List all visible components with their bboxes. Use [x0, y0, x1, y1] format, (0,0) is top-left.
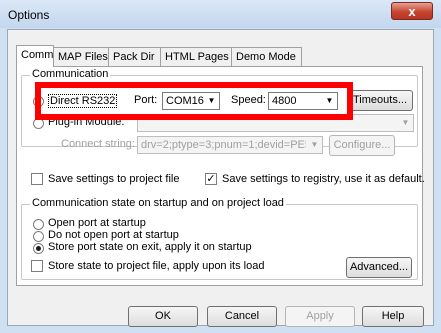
- store-exit-label: Store port state on exit, apply it on st…: [48, 241, 252, 253]
- title-bar[interactable]: Options x: [0, 0, 441, 28]
- save-project-checkbox[interactable]: [31, 173, 43, 185]
- open-port-label: Open port at startup: [48, 217, 146, 229]
- apply-button[interactable]: Apply: [285, 306, 355, 327]
- configure-button[interactable]: Configure...: [329, 135, 395, 156]
- options-window: Options x Comm MAP Files Pack Dir HTML P…: [0, 0, 441, 333]
- window-title: Options: [8, 8, 50, 22]
- tab-pack-dir[interactable]: Pack Dir: [108, 47, 161, 66]
- store-exit-radio[interactable]: [33, 243, 44, 254]
- store-project-checkbox[interactable]: [31, 260, 43, 272]
- save-registry-checkbox[interactable]: ✓: [205, 173, 217, 185]
- highlight-annotation-box: [35, 82, 353, 120]
- check-icon: ✓: [206, 173, 216, 185]
- save-project-label: Save settings to project file: [48, 173, 180, 185]
- dialog-client: Comm MAP Files Pack Dir HTML Pages Demo …: [7, 29, 434, 327]
- close-button[interactable]: x: [391, 2, 433, 20]
- connect-string-label: Connect string:: [61, 138, 135, 150]
- chevron-down-icon: ▼: [310, 140, 319, 149]
- tab-comm[interactable]: Comm: [16, 45, 54, 67]
- startup-legend: Communication state on startup and on pr…: [30, 197, 286, 209]
- tab-html-pages[interactable]: HTML Pages: [160, 47, 232, 66]
- tab-map-files[interactable]: MAP Files: [53, 47, 109, 66]
- open-port-radio[interactable]: [33, 219, 44, 230]
- communication-legend: Communication: [30, 68, 111, 80]
- chevron-down-icon: ▼: [401, 118, 410, 127]
- help-button[interactable]: Help: [362, 306, 424, 327]
- close-icon: x: [408, 4, 416, 19]
- do-not-open-label: Do not open port at startup: [48, 229, 179, 241]
- advanced-button[interactable]: Advanced...: [346, 257, 412, 278]
- save-registry-label: Save settings to registry, use it as def…: [222, 173, 425, 185]
- store-project-label: Store state to project file, apply upon …: [48, 260, 265, 272]
- timeouts-button[interactable]: Timeouts...: [347, 90, 413, 111]
- ok-button[interactable]: OK: [128, 306, 198, 327]
- do-not-open-radio[interactable]: [33, 231, 44, 242]
- connect-string-select[interactable]: drv=2;ptype=3;pnum=1;devid=PE5038019; ▼: [137, 136, 323, 154]
- tab-demo-mode[interactable]: Demo Mode: [231, 47, 302, 66]
- cancel-button[interactable]: Cancel: [207, 306, 277, 327]
